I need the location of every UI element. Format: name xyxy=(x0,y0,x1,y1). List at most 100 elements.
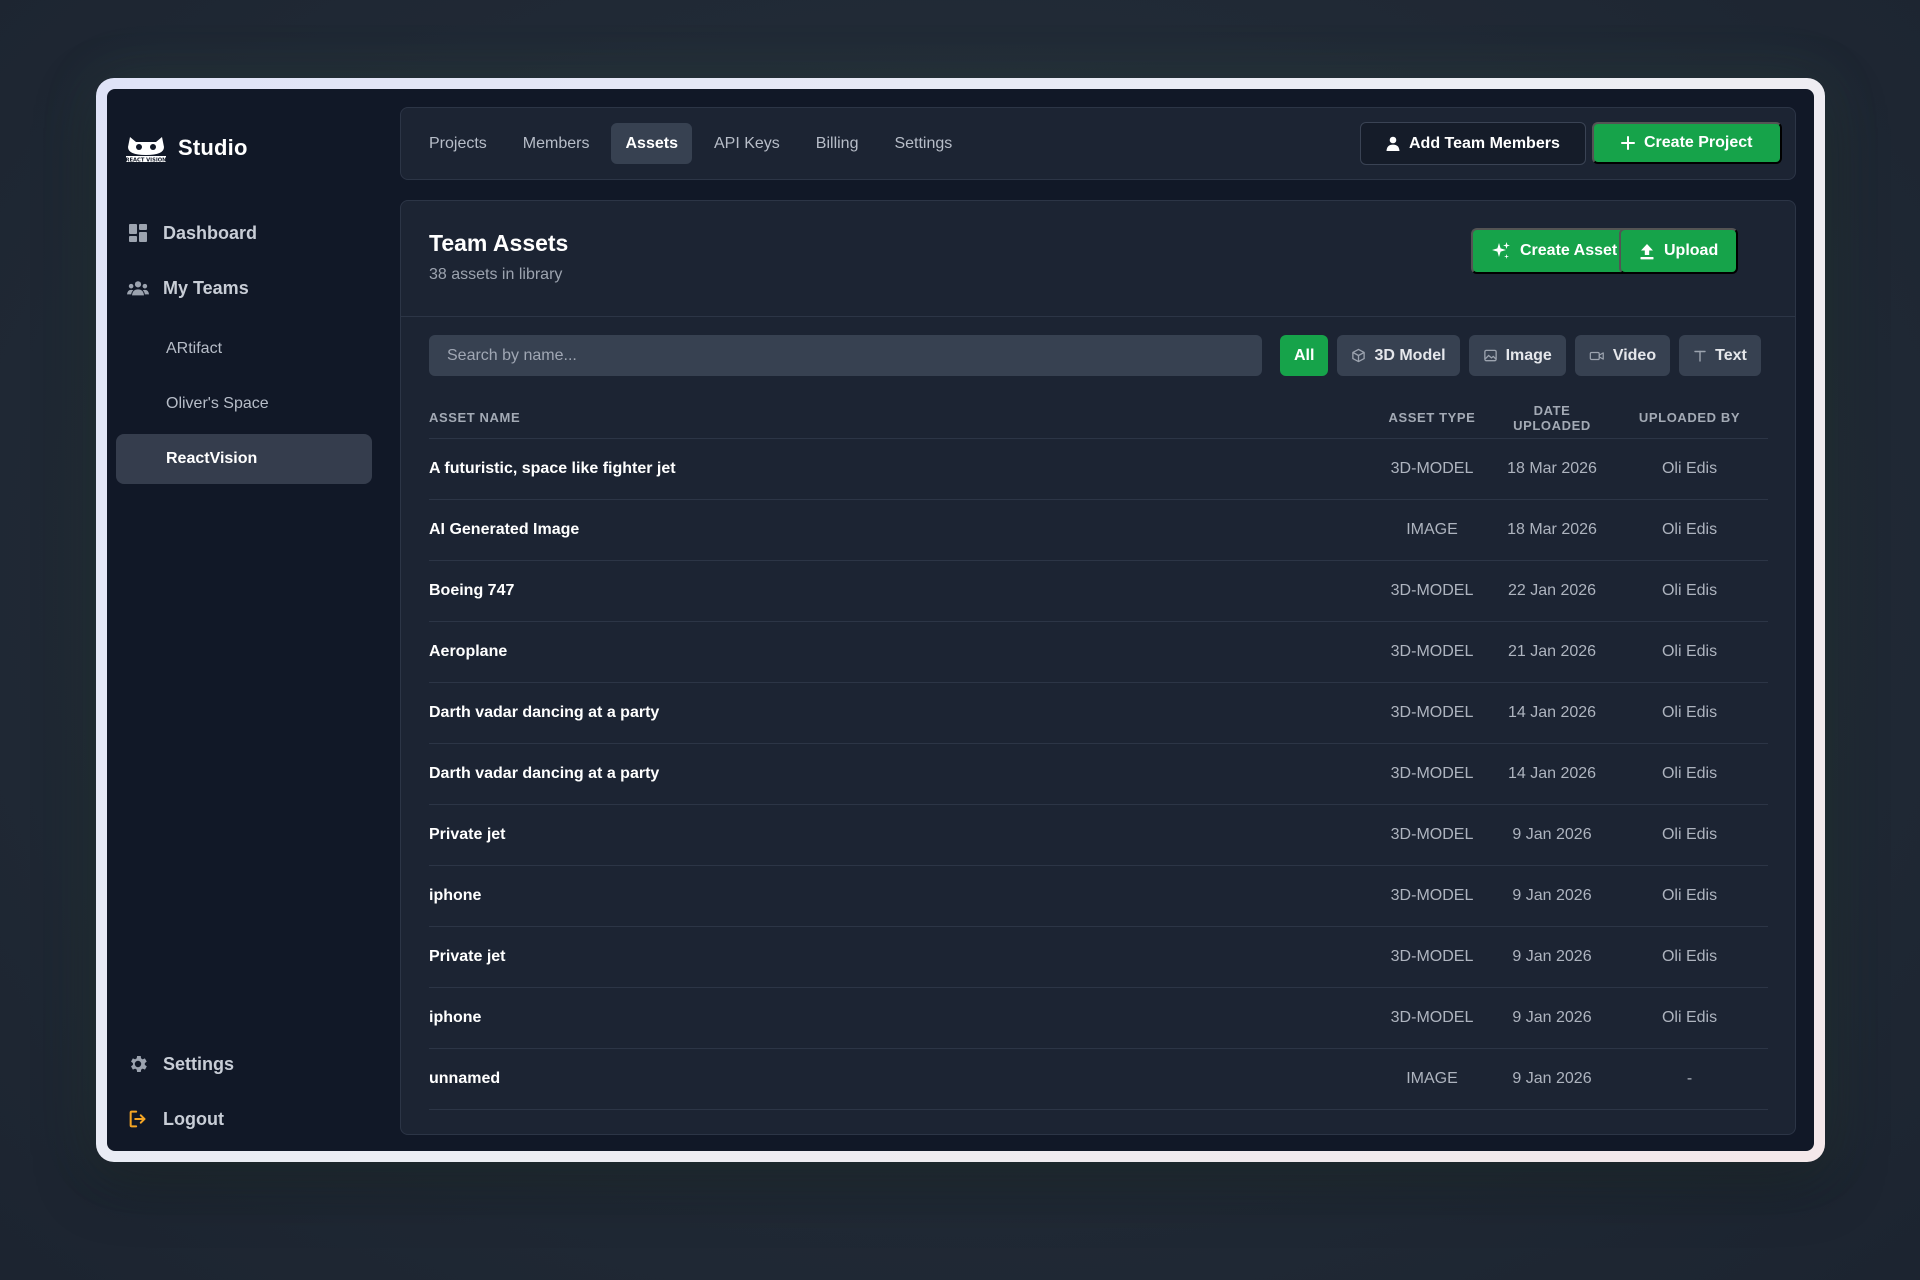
sidebar-item-dashboard[interactable]: Dashboard xyxy=(127,218,257,248)
window-frame: REACT VISION Studio Dashboard My Teams A… xyxy=(96,78,1825,1162)
asset-name-cell: iphone xyxy=(429,1009,482,1026)
filter-label: Text xyxy=(1715,346,1747,364)
filter-all[interactable]: All xyxy=(1280,335,1329,376)
asset-name-cell: AI Generated Image xyxy=(429,521,580,538)
asset-type-cell: 3D-MODEL xyxy=(1390,765,1474,782)
create-asset-label: Create Asset xyxy=(1520,242,1618,259)
table-row[interactable]: Private jet 3D-MODEL 9 Jan 2026 Oli Edis xyxy=(429,805,1768,866)
app-window: REACT VISION Studio Dashboard My Teams A… xyxy=(107,89,1814,1151)
sidebar-item-settings[interactable]: Settings xyxy=(127,1049,234,1079)
table-row[interactable]: Boeing 747 3D-MODEL 22 Jan 2026 Oli Edis xyxy=(429,561,1768,622)
create-project-label: Create Project xyxy=(1644,134,1753,151)
sidebar-item-my-teams[interactable]: My Teams xyxy=(127,273,249,303)
table-row[interactable]: A futuristic, space like fighter jet 3D-M… xyxy=(429,439,1768,500)
asset-type-cell: 3D-MODEL xyxy=(1390,643,1474,660)
uploaded-by-cell: Oli Edis xyxy=(1661,826,1718,843)
date-uploaded-cell: 21 Jan 2026 xyxy=(1507,643,1597,660)
filter-label: All xyxy=(1294,346,1315,364)
user-icon xyxy=(1386,136,1400,151)
uploaded-by-cell: Oli Edis xyxy=(1661,521,1718,538)
asset-name-cell: Darth vadar dancing at a party xyxy=(429,704,660,721)
filter-video[interactable]: Video xyxy=(1574,335,1671,376)
search-input[interactable] xyxy=(429,335,1262,376)
filter-label: Video xyxy=(1612,346,1657,364)
sidebar-item-label: Settings xyxy=(163,1053,235,1074)
gear-icon xyxy=(127,1053,149,1075)
tab-billing[interactable]: Billing xyxy=(802,123,873,164)
table-row[interactable]: iphone 3D-MODEL 9 Jan 2026 Oli Edis xyxy=(429,988,1768,1049)
sparkle-icon xyxy=(1492,242,1510,259)
filter-text[interactable]: Text xyxy=(1679,335,1761,376)
asset-type-cell: 3D-MODEL xyxy=(1390,1009,1474,1026)
table-row[interactable]: unnamed IMAGE 9 Jan 2026 - xyxy=(429,1049,1768,1110)
column-header-asset-type[interactable]: ASSET TYPE xyxy=(1371,410,1493,425)
create-project-button[interactable]: Create Project xyxy=(1592,122,1782,164)
team-item-reactvision[interactable]: ReactVision xyxy=(116,434,372,484)
brand-name: Studio xyxy=(178,135,248,160)
date-uploaded-cell: 9 Jan 2026 xyxy=(1512,887,1592,904)
asset-name-cell: iphone xyxy=(429,887,482,904)
column-header-uploaded-by[interactable]: UPLOADED BY xyxy=(1611,410,1768,425)
tab-api-keys[interactable]: API Keys xyxy=(700,123,794,164)
table-row[interactable]: Darth vadar dancing at a party 3D-MODEL 14… xyxy=(429,744,1768,805)
team-item-olivers-space[interactable]: Oliver's Space xyxy=(116,379,372,429)
sidebar: REACT VISION Studio Dashboard My Teams A… xyxy=(107,89,395,1151)
date-uploaded-cell: 18 Mar 2026 xyxy=(1507,460,1597,477)
top-nav-bar: Projects Members Assets API Keys Billing… xyxy=(400,107,1796,180)
asset-type-cell: 3D-MODEL xyxy=(1390,460,1474,477)
dashboard-icon xyxy=(127,222,149,244)
sidebar-item-logout[interactable]: Logout xyxy=(127,1104,224,1134)
panel-header: Team Assets 38 assets in library Create … xyxy=(401,201,1795,317)
asset-type-cell: 3D-MODEL xyxy=(1390,948,1474,965)
asset-type-cell: 3D-MODEL xyxy=(1390,704,1474,721)
tab-assets[interactable]: Assets xyxy=(611,123,692,164)
upload-button[interactable]: Upload xyxy=(1619,228,1739,274)
date-uploaded-cell: 9 Jan 2026 xyxy=(1512,1009,1592,1026)
uploaded-by-cell: - xyxy=(1686,1070,1693,1087)
tab-members[interactable]: Members xyxy=(509,123,604,164)
table-row[interactable]: Private jet 3D-MODEL 9 Jan 2026 Oli Edis xyxy=(429,927,1768,988)
date-uploaded-cell: 9 Jan 2026 xyxy=(1512,948,1592,965)
uploaded-by-cell: Oli Edis xyxy=(1661,887,1718,904)
team-icon xyxy=(127,277,149,299)
sidebar-item-label: Logout xyxy=(163,1108,224,1129)
date-uploaded-cell: 18 Mar 2026 xyxy=(1507,521,1597,538)
video-icon xyxy=(1589,351,1604,360)
add-team-members-button[interactable]: Add Team Members xyxy=(1360,122,1586,165)
date-uploaded-cell: 22 Jan 2026 xyxy=(1507,582,1597,599)
svg-text:REACT VISION: REACT VISION xyxy=(125,157,166,163)
table-header: ASSET NAME ASSET TYPE DATE UPLOADED UPLO… xyxy=(429,397,1768,439)
uploaded-by-cell: Oli Edis xyxy=(1661,1009,1718,1026)
tab-projects[interactable]: Projects xyxy=(415,123,501,164)
assets-table: ASSET NAME ASSET TYPE DATE UPLOADED UPLO… xyxy=(429,397,1768,1110)
column-header-date-uploaded[interactable]: DATE UPLOADED xyxy=(1493,403,1611,433)
asset-name-cell: Private jet xyxy=(429,826,506,843)
table-row[interactable]: iphone 3D-MODEL 9 Jan 2026 Oli Edis xyxy=(429,866,1768,927)
image-icon xyxy=(1483,349,1497,362)
upload-label: Upload xyxy=(1664,242,1719,259)
column-header-asset-name[interactable]: ASSET NAME xyxy=(429,410,1371,425)
asset-count: 38 assets in library xyxy=(429,266,563,283)
filter-image[interactable]: Image xyxy=(1468,335,1566,376)
filter-3d-model[interactable]: 3D Model xyxy=(1337,335,1460,376)
tab-settings[interactable]: Settings xyxy=(880,123,966,164)
table-row[interactable]: Darth vadar dancing at a party 3D-MODEL 14… xyxy=(429,683,1768,744)
asset-name-cell: Aeroplane xyxy=(429,643,508,660)
filter-label: Image xyxy=(1505,346,1552,364)
table-row[interactable]: Aeroplane 3D-MODEL 21 Jan 2026 Oli Edis xyxy=(429,622,1768,683)
date-uploaded-cell: 9 Jan 2026 xyxy=(1512,826,1592,843)
team-item-artifact[interactable]: ARtifact xyxy=(116,324,372,374)
page-title: Team Assets xyxy=(429,230,569,256)
uploaded-by-cell: Oli Edis xyxy=(1661,704,1718,721)
table-body: A futuristic, space like fighter jet 3D-M… xyxy=(429,439,1768,1110)
asset-type-filters: All 3D Model Image Video Text xyxy=(1280,335,1761,376)
asset-type-cell: 3D-MODEL xyxy=(1390,826,1474,843)
sidebar-item-label: My Teams xyxy=(163,277,249,298)
create-asset-button[interactable]: Create Asset xyxy=(1471,228,1638,274)
assets-panel: Team Assets 38 assets in library Create … xyxy=(400,200,1796,1135)
uploaded-by-cell: Oli Edis xyxy=(1661,643,1718,660)
asset-name-cell: A futuristic, space like fighter jet xyxy=(429,460,676,477)
table-row[interactable]: AI Generated Image IMAGE 18 Mar 2026 Oli Ed… xyxy=(429,500,1768,561)
asset-name-cell: unnamed xyxy=(429,1070,501,1087)
brand[interactable]: REACT VISION Studio xyxy=(124,133,248,163)
